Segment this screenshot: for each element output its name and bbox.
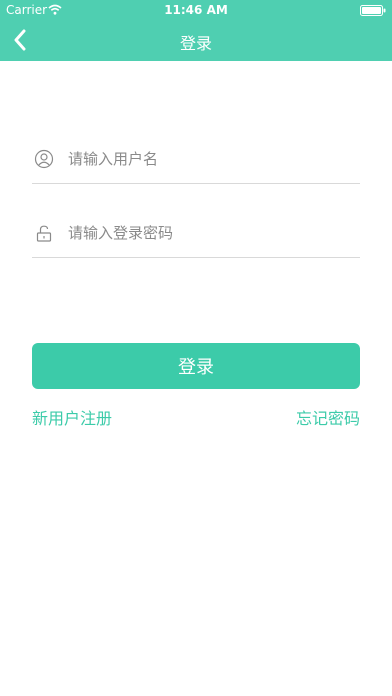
login-button[interactable]: 登录 [32,343,360,389]
login-button-label: 登录 [178,357,214,378]
app-header: Carrier 11:46 AM 登录 [0,0,392,61]
password-input[interactable] [68,219,356,247]
username-input[interactable] [68,145,356,173]
forgot-password-link[interactable]: 忘记密码 [296,405,360,429]
user-icon [34,149,54,169]
status-time: 11:46 AM [164,3,228,17]
page-title: 登录 [179,34,212,53]
password-field [32,211,360,258]
username-field [32,137,360,184]
navigation-bar: 登录 [0,20,392,61]
lock-icon [36,225,52,242]
register-link[interactable]: 新用户注册 [32,405,112,429]
battery-icon [360,5,386,16]
status-bar: Carrier 11:46 AM [0,0,392,20]
